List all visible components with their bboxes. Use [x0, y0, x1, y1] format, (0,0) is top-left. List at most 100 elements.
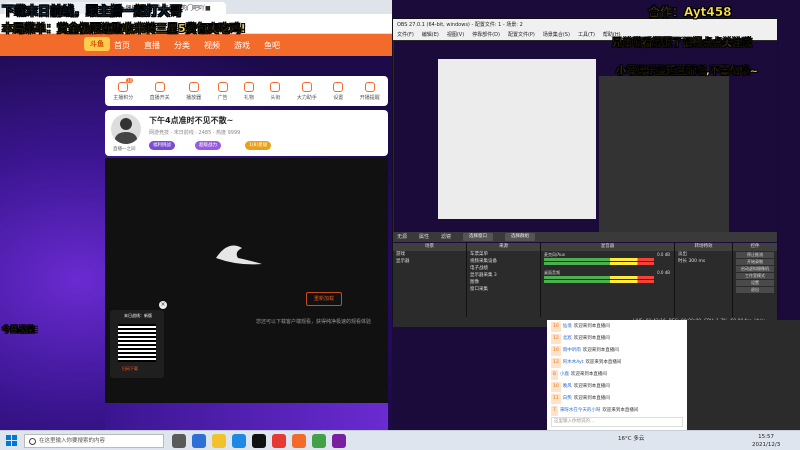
- chat-input[interactable]: 这里输入你想说的...: [551, 417, 683, 427]
- gift-bar: [105, 403, 388, 430]
- close-icon[interactable]: ×: [159, 301, 167, 309]
- gift-icon: [243, 81, 254, 92]
- chat-text: 欢迎来到本直播间: [573, 336, 610, 341]
- feature-settings[interactable]: 设置: [333, 81, 344, 101]
- scene-item[interactable]: 游戏: [393, 251, 466, 258]
- menu-tools[interactable]: 工具(T): [578, 31, 595, 40]
- chat-text: 欢迎来到本直播间: [570, 372, 607, 377]
- menu-profile[interactable]: 配置文件(P): [508, 31, 535, 40]
- clock-time: 15:57: [758, 434, 775, 440]
- badge-power[interactable]: 超级战力: [195, 141, 221, 150]
- explorer-icon[interactable]: [212, 434, 226, 448]
- site-logo[interactable]: 斗鱼: [84, 37, 110, 51]
- feature-title[interactable]: 头衔: [270, 81, 281, 101]
- nav-live[interactable]: 直播: [144, 40, 160, 51]
- feature-label: 大力助手: [296, 94, 317, 101]
- feature-player[interactable]: 播放器: [186, 81, 201, 101]
- chat-message: 10 雨中听雨 欢迎来到本直播间: [551, 346, 619, 356]
- volume-slider[interactable]: [544, 262, 654, 265]
- studio-mode-button[interactable]: 工作室模式: [736, 273, 774, 279]
- chat-user[interactable]: 北宸: [563, 336, 572, 341]
- scene-item[interactable]: 显示器: [393, 258, 466, 265]
- source-item[interactable]: 电子战绩: [467, 265, 540, 272]
- filters-button[interactable]: 滤镜: [441, 232, 451, 242]
- wechat-icon[interactable]: [312, 434, 326, 448]
- source-item[interactable]: 窗口采集: [467, 286, 540, 293]
- menu-scene-collection[interactable]: 场景集合(S): [543, 31, 570, 40]
- source-item[interactable]: 视频采集设备: [467, 258, 540, 265]
- settings-button[interactable]: 设置: [736, 280, 774, 286]
- chat-user[interactable]: 来呀水在今天的小呀: [560, 408, 601, 413]
- chat-user[interactable]: 阿木木Ayt: [563, 360, 584, 365]
- avatar[interactable]: [111, 114, 141, 144]
- nav-video[interactable]: 视频: [204, 40, 220, 51]
- nav-home[interactable]: 首页: [114, 40, 130, 51]
- source-item[interactable]: 显示器采集 3: [467, 272, 540, 279]
- menu-edit[interactable]: 编辑(E): [422, 31, 439, 40]
- source-item[interactable]: 车票菜单: [467, 251, 540, 258]
- transition-select[interactable]: 淡出: [675, 251, 732, 258]
- duration-value[interactable]: 300 ms: [688, 259, 705, 264]
- virtual-camera-button[interactable]: 启动虚拟摄像机: [736, 266, 774, 272]
- select-group-button[interactable]: 选择群组: [505, 233, 536, 241]
- obs-icon[interactable]: [252, 434, 266, 448]
- mixer-db: 0.0 dB: [657, 270, 670, 275]
- select-window-button[interactable]: 选择窗口: [463, 233, 494, 241]
- badge-welfare[interactable]: 福利挑战: [149, 141, 175, 150]
- store-icon[interactable]: [232, 434, 246, 448]
- feature-helper[interactable]: 大力助手: [296, 81, 317, 101]
- menu-file[interactable]: 文件(F): [397, 31, 414, 40]
- feature-ad[interactable]: 广告: [217, 81, 228, 101]
- windows-start-icon[interactable]: [6, 435, 18, 447]
- chat-message: 7 来呀水在今天的小呀 欢迎来到本直播间: [551, 406, 638, 416]
- stream-title: 下午4点准时不见不散~: [149, 116, 234, 125]
- chat-user[interactable]: 雨中听雨: [563, 348, 581, 353]
- crown-icon: [270, 81, 281, 92]
- feature-points[interactable]: 10 主播积分: [113, 77, 133, 101]
- source-item[interactable]: 图像: [467, 279, 540, 286]
- badge-level[interactable]: 1(8)星级: [245, 141, 272, 150]
- app-icon[interactable]: [332, 434, 346, 448]
- overlay-download-text: 下载末日前线，跟主播一起打大哥: [2, 4, 183, 18]
- preview-obs-capture: [599, 76, 729, 236]
- fan-badge: 10: [551, 346, 561, 356]
- game-icon[interactable]: [272, 434, 286, 448]
- mixer-name: 麦克风/Aux: [544, 252, 565, 257]
- feature-badge: 10: [126, 77, 134, 83]
- chat-user[interactable]: 仙境: [563, 324, 572, 329]
- reload-button[interactable]: 重新加载: [306, 292, 342, 306]
- volume-meter: [544, 276, 654, 279]
- menu-view[interactable]: 视图(V): [447, 31, 464, 40]
- mixer-db: 0.0 dB: [657, 252, 670, 257]
- overlay-promo-text: 小号娱乐整活直播嗷,不喜勿喷~: [616, 66, 759, 77]
- nav-category[interactable]: 分类: [174, 40, 190, 51]
- feature-live-switch[interactable]: 直播开关: [150, 81, 170, 101]
- nav-fishbar[interactable]: 鱼吧: [264, 40, 280, 51]
- exit-button[interactable]: 退出: [736, 287, 774, 293]
- overlay-menu-text: 本局菜单：赏金极限连败收米转三星5费包爽吃鸡!: [2, 22, 246, 35]
- chat-text: 欢迎来到本直播间: [573, 384, 610, 389]
- feature-gift[interactable]: 礼物: [243, 81, 254, 101]
- feature-label: 头衔: [270, 94, 281, 101]
- feature-reminder[interactable]: 开播提醒: [360, 81, 380, 101]
- feature-label: 设置: [333, 94, 344, 101]
- start-recording-button[interactable]: 开始录制: [736, 259, 774, 265]
- chat-user[interactable]: 白熊: [563, 396, 572, 401]
- weather-tray[interactable]: 16°C 多云: [618, 434, 644, 442]
- volume-slider[interactable]: [544, 280, 654, 283]
- chat-user[interactable]: 晚风: [563, 384, 572, 389]
- mixer-channel: 麦克风/Aux 0.0 dB: [541, 251, 674, 269]
- task-view-icon[interactable]: [172, 434, 186, 448]
- chat-text: 欢迎来到本直播间: [602, 408, 639, 413]
- edge-icon[interactable]: [192, 434, 206, 448]
- taskbar-search-input[interactable]: 在这里输入你要搜索的内容: [24, 434, 164, 448]
- menu-docks[interactable]: 停靠部件(D): [472, 31, 500, 40]
- system-clock[interactable]: 15:57 2021/12/3: [752, 433, 780, 449]
- chat-user[interactable]: 小鹿: [560, 372, 569, 377]
- transitions-dock: 转场特效 淡出 时长 300 ms: [675, 243, 733, 319]
- fan-badge: 11: [551, 394, 561, 404]
- douyu-icon[interactable]: [292, 434, 306, 448]
- properties-button[interactable]: 属性: [419, 232, 429, 242]
- stop-streaming-button[interactable]: 停止推流: [736, 252, 774, 258]
- nav-game[interactable]: 游戏: [234, 40, 250, 51]
